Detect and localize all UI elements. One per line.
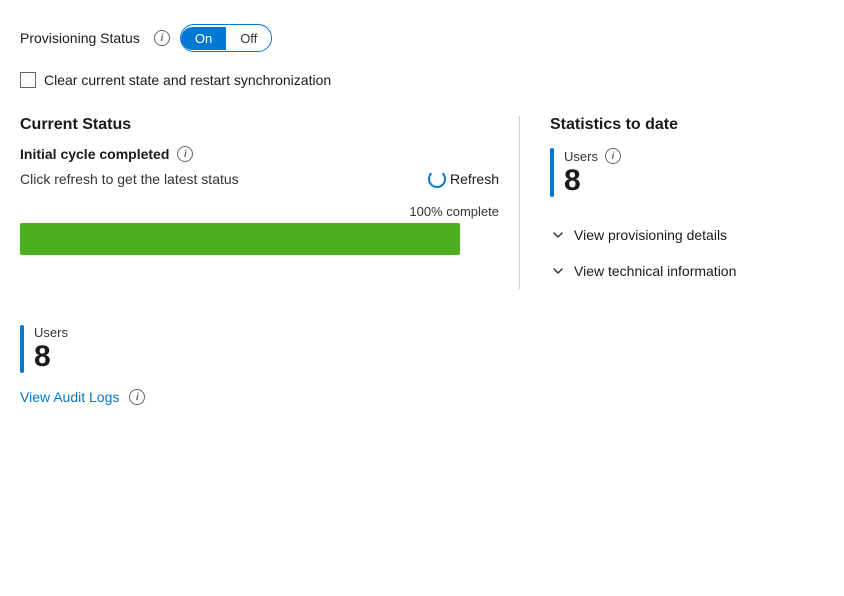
restart-sync-checkbox[interactable]: [20, 72, 36, 88]
bottom-users-label: Users: [34, 325, 68, 340]
bottom-stat-content: Users 8: [34, 325, 68, 373]
main-layout: Current Status Initial cycle completed i…: [20, 116, 824, 289]
refresh-row: Click refresh to get the latest status R…: [20, 170, 499, 188]
chevron-down-icon-2: [550, 263, 566, 279]
status-line: Initial cycle completed i: [20, 146, 499, 162]
restart-sync-label: Clear current state and restart synchron…: [44, 72, 331, 88]
status-info-icon[interactable]: i: [177, 146, 193, 162]
provisioning-info-icon[interactable]: i: [154, 30, 170, 46]
right-panel: Statistics to date Users i 8 View provis…: [520, 116, 824, 289]
bottom-users-value: 8: [34, 340, 68, 373]
progress-section: 100% complete: [20, 204, 499, 255]
stats-title: Statistics to date: [550, 116, 824, 134]
provisioning-header: Provisioning Status i On Off: [20, 24, 824, 52]
stat-content: Users i 8: [564, 148, 621, 197]
progress-label: 100% complete: [20, 204, 499, 219]
bottom-users-block: Users 8: [20, 325, 824, 373]
stat-users-label: Users i: [564, 148, 621, 164]
bottom-section: Users 8 View Audit Logs i: [20, 325, 824, 405]
audit-logs-info-icon[interactable]: i: [129, 389, 145, 405]
refresh-label: Refresh: [450, 171, 499, 187]
status-text: Initial cycle completed: [20, 146, 169, 162]
provisioning-label: Provisioning Status: [20, 30, 140, 46]
stats-info-icon[interactable]: i: [605, 148, 621, 164]
current-status-title: Current Status: [20, 116, 499, 134]
progress-bar: [20, 223, 460, 255]
stat-bar: [550, 148, 554, 197]
audit-logs-row: View Audit Logs i: [20, 389, 824, 405]
refresh-hint: Click refresh to get the latest status: [20, 171, 239, 187]
stat-users-value: 8: [564, 164, 621, 197]
left-panel: Current Status Initial cycle completed i…: [20, 116, 520, 289]
provisioning-toggle[interactable]: On Off: [180, 24, 272, 52]
refresh-icon: [428, 170, 446, 188]
expand-provisioning-details[interactable]: View provisioning details: [550, 217, 824, 253]
expand-technical-info[interactable]: View technical information: [550, 253, 824, 289]
technical-info-label: View technical information: [574, 263, 736, 279]
toggle-off-label[interactable]: Off: [226, 27, 271, 50]
stats-users-block: Users i 8: [550, 148, 824, 197]
toggle-on-label[interactable]: On: [181, 27, 226, 50]
refresh-button[interactable]: Refresh: [428, 170, 499, 188]
provisioning-details-label: View provisioning details: [574, 227, 727, 243]
checkbox-row[interactable]: Clear current state and restart synchron…: [20, 72, 824, 88]
bottom-stat-bar: [20, 325, 24, 373]
chevron-down-icon: [550, 227, 566, 243]
audit-logs-link[interactable]: View Audit Logs: [20, 389, 119, 405]
